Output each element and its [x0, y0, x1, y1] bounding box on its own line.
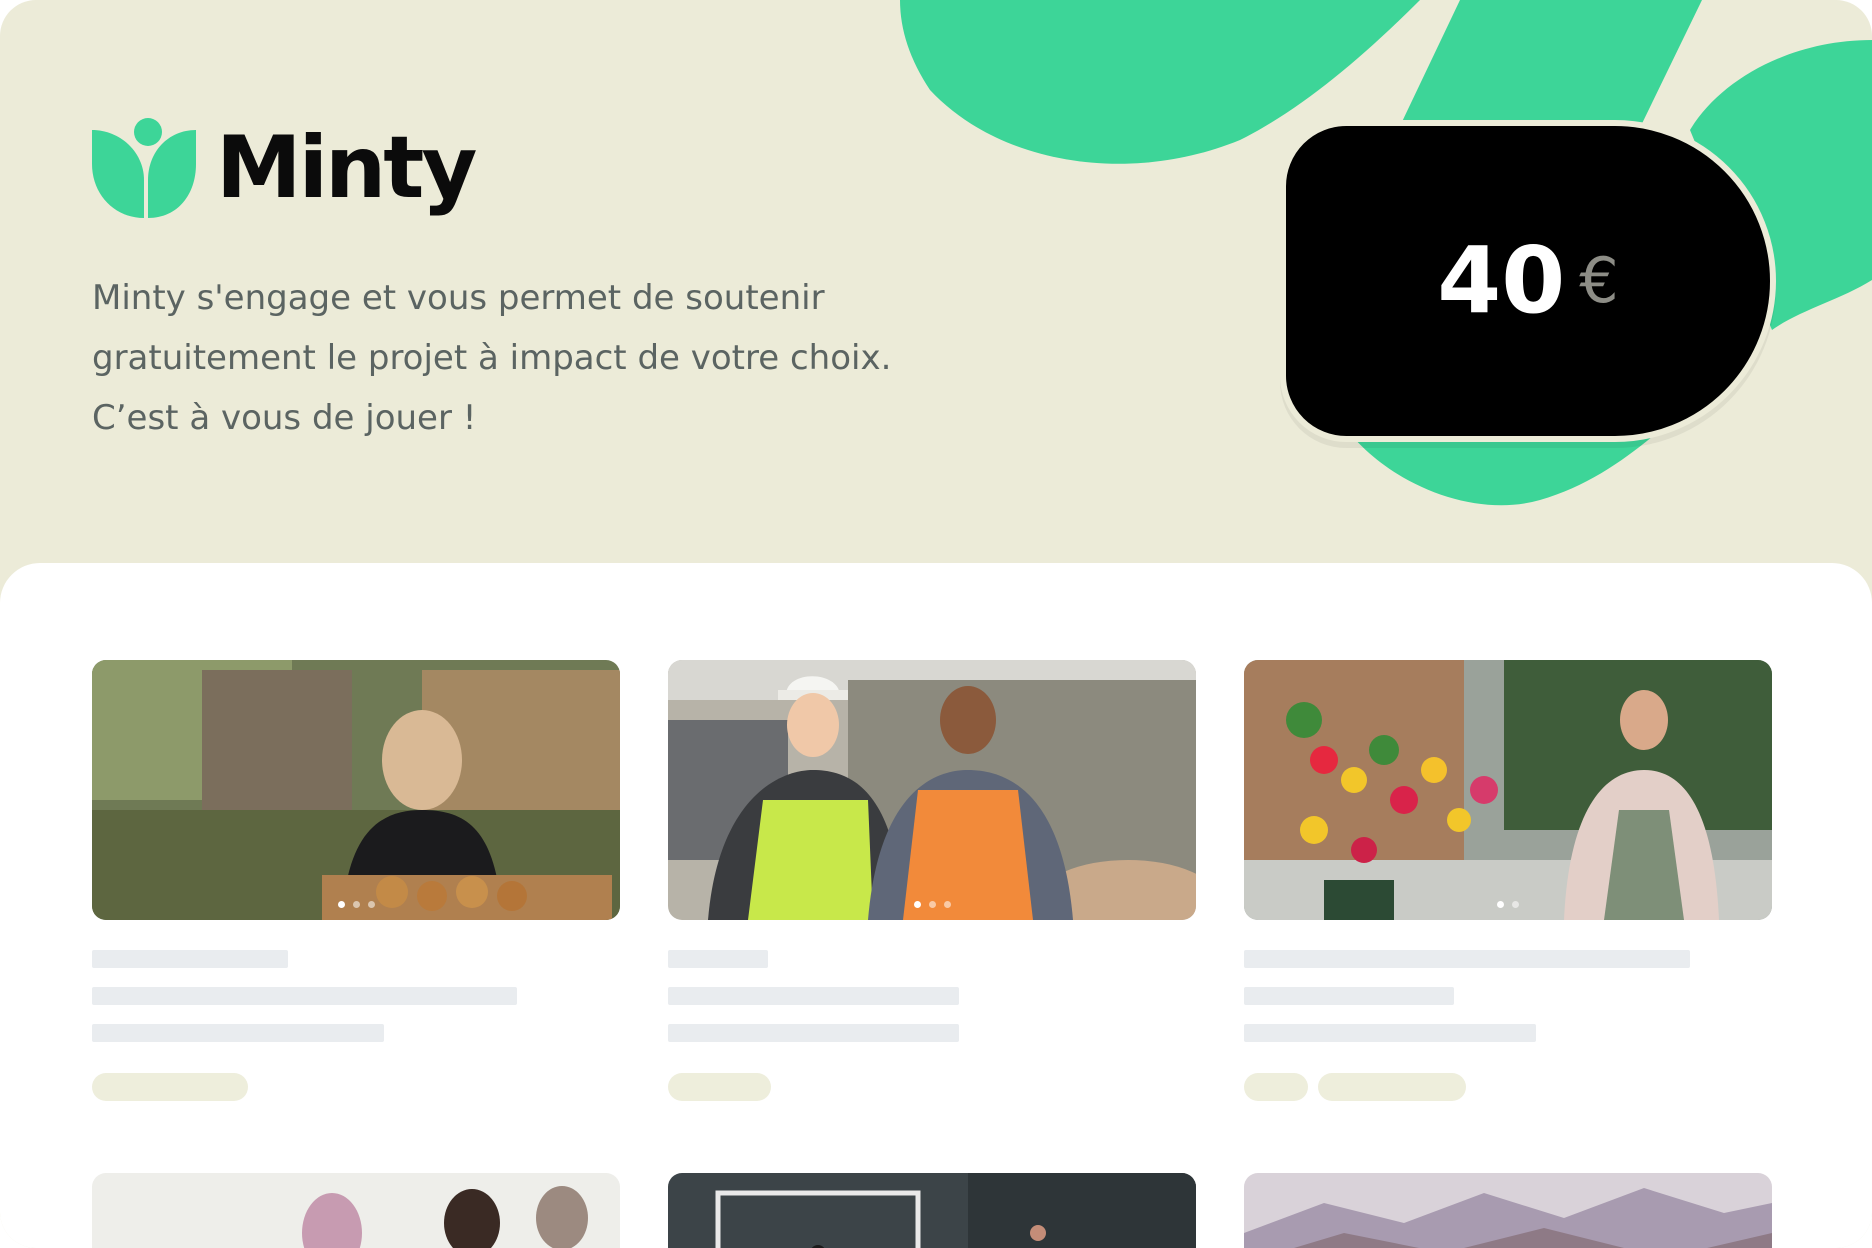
intro-text: Minty s'engage et vous permet de souteni…: [92, 268, 932, 448]
brand-name: Minty: [216, 118, 477, 218]
photo-illustration: [92, 1173, 620, 1248]
donation-amount-card: 40 €: [1280, 120, 1776, 442]
project-card[interactable]: [1244, 660, 1772, 920]
leaf-logo-icon: [92, 118, 196, 218]
carousel-dot[interactable]: [337, 901, 345, 908]
title-placeholder: [668, 950, 768, 968]
title-placeholder: [92, 950, 288, 968]
text-placeholder: [92, 987, 517, 1005]
carousel-dots[interactable]: [1244, 901, 1772, 908]
project-card[interactable]: [668, 660, 1196, 920]
photo-illustration: [668, 1173, 1196, 1248]
carousel-dot[interactable]: [1512, 901, 1519, 908]
project-card[interactable]: [92, 660, 620, 920]
two-women-in-safety-vests-photo[interactable]: [668, 660, 1196, 920]
carousel-dot[interactable]: [928, 901, 936, 908]
tag-placeholder: [668, 1073, 771, 1101]
football-goal-photo[interactable]: [668, 1173, 1196, 1248]
woman-arranging-sunflowers-photo[interactable]: [1244, 660, 1772, 920]
gift-card-frame: Minty Minty s'engage et vous permet de s…: [0, 0, 1872, 1248]
intro-line-1: Minty s'engage et vous permet de souteni…: [92, 278, 825, 318]
donation-amount: 40: [1437, 227, 1566, 334]
tag-placeholder: [1318, 1073, 1466, 1101]
tag-placeholder: [92, 1073, 248, 1101]
text-placeholder: [92, 1024, 384, 1042]
carousel-dot[interactable]: [943, 901, 951, 908]
currency-symbol: €: [1579, 244, 1619, 317]
photo-illustration: [92, 660, 620, 920]
photo-illustration: [668, 660, 1196, 920]
photo-illustration: [1244, 1173, 1772, 1248]
tag-placeholder: [1244, 1073, 1308, 1101]
woman-holding-crate-of-onions-photo[interactable]: [92, 660, 620, 920]
text-placeholder: [668, 1024, 959, 1042]
carousel-dots[interactable]: [668, 901, 1196, 908]
text-placeholder: [1244, 987, 1454, 1005]
intro-line-3: C’est à vous de jouer !: [92, 398, 477, 438]
carousel-dots[interactable]: [92, 901, 620, 908]
text-placeholder: [668, 987, 959, 1005]
minty-logo: Minty: [92, 118, 477, 218]
carousel-dot[interactable]: [1497, 901, 1504, 908]
mountain-landscape-photo[interactable]: [1244, 1173, 1772, 1248]
photo-illustration: [1244, 660, 1772, 920]
text-placeholder: [1244, 1024, 1536, 1042]
group-discussion-photo[interactable]: [92, 1173, 620, 1248]
carousel-dot[interactable]: [367, 901, 375, 908]
intro-line-2: gratuitement le projet à impact de votre…: [92, 338, 892, 378]
carousel-dot[interactable]: [913, 901, 921, 908]
carousel-dot[interactable]: [352, 901, 360, 908]
title-placeholder: [1244, 950, 1690, 968]
